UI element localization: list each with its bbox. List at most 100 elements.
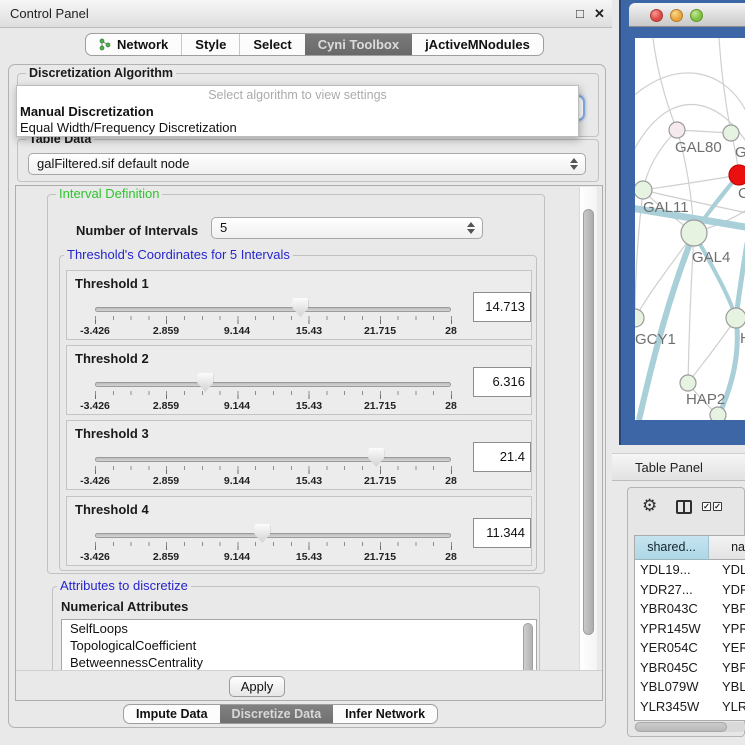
panel-scrollbar[interactable] [579, 187, 597, 700]
table-row[interactable]: YBR045CYBR0 [635, 658, 745, 678]
tab-discretize-data[interactable]: Discretize Data [220, 705, 334, 723]
threshold-4-value-field[interactable]: 11.344 [473, 518, 531, 548]
tab-cyni-toolbox-label: Cyni Toolbox [318, 37, 399, 52]
table-horizontal-scrollbar[interactable] [634, 722, 745, 732]
tab-infer-network[interactable]: Infer Network [333, 705, 437, 723]
checkbox-icon[interactable]: ✓ [702, 502, 711, 511]
slider-tick-marks [95, 391, 452, 399]
threshold-1-slider-handle[interactable] [292, 298, 308, 317]
node-label: HAP2 [686, 391, 725, 408]
cell: YDL1 [719, 560, 745, 580]
number-of-intervals-combobox[interactable]: 5 [211, 217, 483, 239]
tab-cyni-toolbox[interactable]: Cyni Toolbox [305, 34, 412, 55]
tick-label: 28 [445, 551, 457, 563]
threshold-3-value-field[interactable]: 21.4 [473, 442, 531, 472]
interval-definition-group-title: Interval Definition [56, 187, 162, 201]
tick-label: -3.426 [80, 551, 110, 563]
panel-scrollbar-thumb[interactable] [583, 209, 594, 635]
threshold-2-slider-handle[interactable] [197, 373, 213, 392]
table-row[interactable]: YBR043CYBR0 [635, 599, 745, 619]
table-row[interactable]: YER054CYER0 [635, 638, 745, 658]
node-label: H [740, 330, 745, 347]
table-row[interactable]: YBL079WYBL0 [635, 677, 745, 697]
cyni-toolbox-panel: Discretization Algorithm Select algorith… [8, 64, 606, 728]
table-row[interactable]: YIL052CYIL0 [635, 716, 745, 721]
tick-label: 28 [445, 325, 457, 337]
network-graph [635, 38, 745, 420]
settings-scroll-panel: Interval Definition Number of Intervals … [15, 185, 603, 701]
tick-label: 9.144 [224, 325, 250, 337]
network-icon [99, 38, 112, 51]
dropdown-placeholder-option[interactable]: Select algorithm to view settings [17, 86, 578, 104]
threshold-3-slider-track[interactable] [95, 457, 451, 462]
list-item[interactable]: BetweennessCentrality [62, 654, 536, 671]
close-traffic-light-icon[interactable] [650, 9, 663, 22]
tick-label: 2.859 [153, 475, 179, 487]
network-view-window: GAL80 G GAL11 GAL4 GCY1 HAP2 H C [619, 0, 745, 445]
tick-label: 28 [445, 475, 457, 487]
panel-title: Control Panel [10, 0, 89, 28]
dropdown-option-equal-width[interactable]: Equal Width/Frequency Discretization [17, 120, 578, 136]
cell: YPR1 [719, 619, 745, 639]
gear-icon[interactable]: ⚙ [642, 495, 657, 517]
threshold-3-label: Threshold 3 [75, 426, 149, 441]
threshold-2-label: Threshold 2 [75, 351, 149, 366]
table-row[interactable]: YDR27...YDR2 [635, 580, 745, 600]
column-layout-icon[interactable] [676, 500, 692, 514]
tab-style[interactable]: Style [182, 34, 240, 55]
network-window-titlebar [629, 3, 745, 27]
column-header-name[interactable]: na [709, 536, 745, 560]
tab-network[interactable]: Network [86, 34, 182, 55]
checkbox-icon[interactable]: ✓ [713, 502, 722, 511]
threshold-4-row: Threshold 4 -3.426 2.859 9.144 15.43 21.… [66, 496, 532, 566]
table-data-combobox[interactable]: galFiltered.sif default node [28, 153, 586, 175]
threshold-1-slider-track[interactable] [95, 307, 451, 312]
column-header-shared-name[interactable]: shared... [635, 536, 709, 560]
close-icon[interactable]: ✕ [594, 0, 605, 28]
interval-definition-group: Interval Definition Number of Intervals … [47, 194, 545, 574]
number-of-intervals-value: 5 [220, 218, 227, 238]
cell: YIL052C [635, 716, 719, 721]
tick-label: 15.43 [296, 475, 322, 487]
threshold-4-slider-track[interactable] [95, 533, 451, 538]
dropdown-option-manual[interactable]: Manual Discretization [17, 104, 578, 120]
table-scrollbar-thumb[interactable] [635, 722, 727, 732]
slider-tick-marks [95, 542, 452, 550]
float-window-icon[interactable]: □ [576, 0, 584, 28]
tab-impute-data[interactable]: Impute Data [124, 705, 220, 723]
threshold-4-slider-handle[interactable] [254, 524, 270, 543]
tab-select[interactable]: Select [240, 34, 304, 55]
threshold-2-slider-track[interactable] [95, 382, 451, 387]
cell: YPR145W [635, 619, 719, 639]
cell: YBR0 [719, 658, 745, 678]
node-label: GAL80 [675, 139, 722, 156]
threshold-1-row: Threshold 1 -3.426 2.859 9.144 15.43 21.… [66, 270, 532, 340]
network-canvas[interactable]: GAL80 G GAL11 GAL4 GCY1 HAP2 H C [635, 38, 745, 420]
node-attribute-table: shared... na YDL19...YDL1 YDR27...YDR2 Y… [634, 535, 745, 721]
node-label: GAL11 [643, 199, 689, 216]
apply-button[interactable]: Apply [229, 676, 285, 697]
tick-label: 15.43 [296, 325, 322, 337]
attributes-group-title: Attributes to discretize [57, 579, 191, 593]
table-row[interactable]: YPR145WYPR1 [635, 619, 745, 639]
zoom-traffic-light-icon[interactable] [690, 9, 703, 22]
control-panel-window: Control Panel □ ✕ Network Style Select C… [0, 0, 612, 733]
minimize-traffic-light-icon[interactable] [670, 9, 683, 22]
list-item[interactable]: TopologicalCoefficient [62, 637, 536, 654]
threshold-1-value-field[interactable]: 14.713 [473, 292, 531, 322]
list-item[interactable]: SelfLoops [62, 620, 536, 637]
threshold-3-slider-handle[interactable] [368, 448, 384, 467]
table-data-selected-value: galFiltered.sif default node [37, 154, 189, 174]
tab-discretize-data-label: Discretize Data [232, 707, 322, 721]
control-panel-tab-bar: Network Style Select Cyni Toolbox jActiv… [85, 33, 544, 56]
tab-jactivemnodules[interactable]: jActiveMNodules [412, 34, 543, 55]
cell: YDL19... [635, 560, 719, 580]
thresholds-group: Threshold's Coordinates for 5 Intervals … [59, 255, 537, 571]
slider-tick-marks [95, 316, 452, 324]
tab-jactivemnodules-label: jActiveMNodules [425, 37, 530, 52]
control-panel-titlebar: Control Panel □ ✕ [0, 0, 612, 28]
table-row[interactable]: YDL19...YDL1 [635, 560, 745, 580]
table-row[interactable]: YLR345WYLR3 [635, 697, 745, 717]
slider-tick-marks [95, 466, 452, 474]
threshold-2-value-field[interactable]: 6.316 [473, 367, 531, 397]
